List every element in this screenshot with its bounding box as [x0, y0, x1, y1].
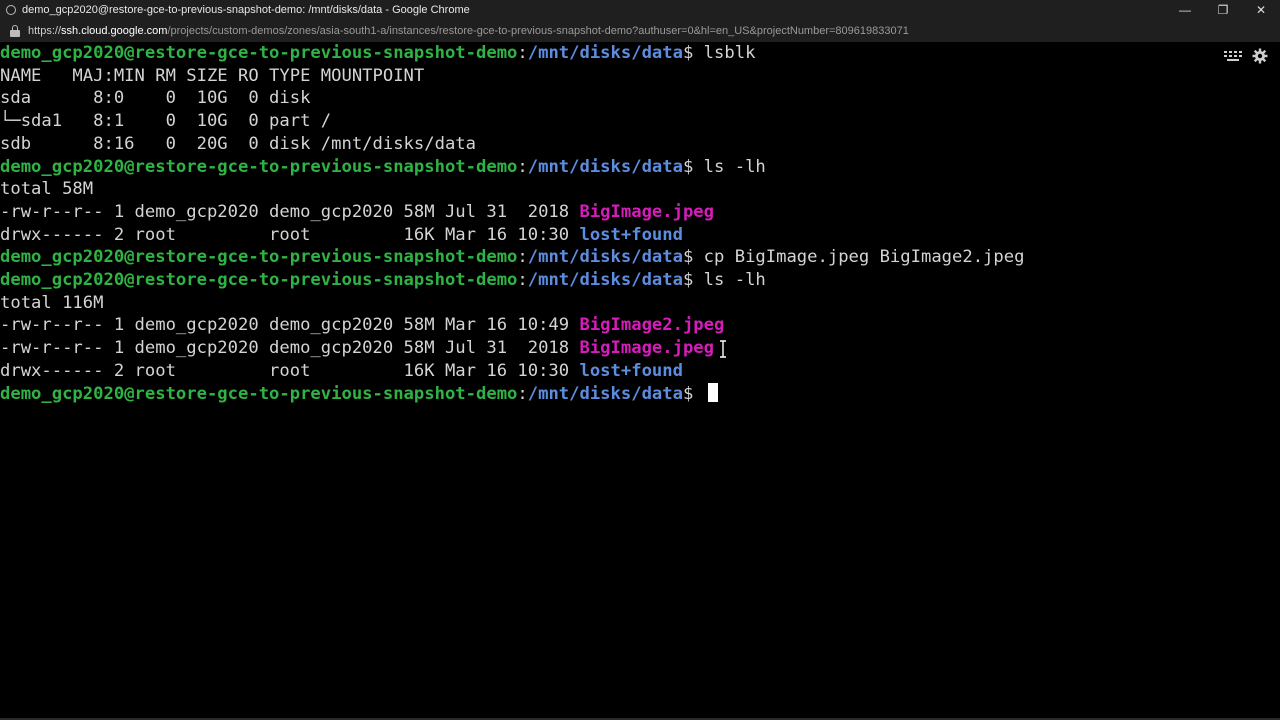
lsblk-row: sdb 8:16 0 20G 0 disk /mnt/disks/data [0, 133, 476, 154]
file-name: BigImage.jpeg [579, 201, 715, 222]
ibeam-cursor-icon [720, 340, 726, 358]
chrome-icon [6, 5, 16, 15]
file-name: BigImage2.jpeg [579, 315, 725, 336]
window-title: demo_gcp2020@restore-gce-to-previous-sna… [22, 4, 470, 16]
terminal-line: demo_gcp2020@restore-gce-to-previous-sna… [0, 156, 766, 177]
terminal-line: demo_gcp2020@restore-gce-to-previous-sna… [0, 270, 766, 290]
ls-total: total 116M [0, 292, 104, 313]
command-text: lsblk [703, 43, 756, 63]
file-name: BigImage.jpeg [579, 338, 715, 359]
restore-button[interactable]: ❐ [1204, 0, 1242, 20]
terminal[interactable]: demo_gcp2020@restore-gce-to-previous-sna… [0, 42, 1268, 718]
lsblk-row: sda 8:0 0 10G 0 disk [0, 88, 311, 109]
command-text: ls -lh [703, 156, 766, 177]
ls-total: total 58M [0, 179, 94, 200]
ls-row: -rw-r--r-- 1 demo_gcp2020 demo_gcp2020 5… [0, 338, 715, 359]
ls-row: drwx------ 2 root root 16K Mar 16 10:30 … [0, 360, 683, 381]
url-host: ssh.cloud.google.com [61, 25, 168, 37]
command-text: cp BigImage.jpeg BigImage2.jpeg [703, 247, 1025, 268]
terminal-line: demo_gcp2020@restore-gce-to-previous-sna… [0, 247, 1025, 268]
terminal-line: demo_gcp2020@restore-gce-to-previous-sna… [0, 43, 756, 63]
ls-row: -rw-r--r-- 1 demo_gcp2020 demo_gcp2020 5… [0, 201, 715, 222]
lsblk-header: NAME MAJ:MIN RM SIZE RO TYPE MOUNTPOINT [0, 65, 425, 86]
terminal-line[interactable]: demo_gcp2020@restore-gce-to-previous-sna… [0, 382, 718, 406]
command-text: ls -lh [703, 270, 766, 290]
lock-icon[interactable] [10, 25, 20, 37]
gear-icon[interactable] [1252, 48, 1268, 64]
ls-row: drwx------ 2 root root 16K Mar 16 10:30 … [0, 224, 683, 245]
url-path: /projects/custom-demos/zones/asia-south1… [167, 25, 909, 37]
dir-name: lost+found [579, 224, 683, 245]
minimize-button[interactable]: — [1166, 0, 1204, 20]
window-titlebar: demo_gcp2020@restore-gce-to-previous-sna… [0, 0, 1280, 20]
terminal-scrollbar[interactable] [1268, 42, 1280, 718]
url-scheme: https:// [28, 25, 62, 37]
lsblk-row: └─sda1 8:1 0 10G 0 part / [0, 111, 332, 132]
window-controls: — ❐ ✕ [1166, 0, 1280, 20]
text-cursor[interactable] [707, 382, 718, 402]
dir-name: lost+found [579, 360, 683, 381]
ls-row: -rw-r--r-- 1 demo_gcp2020 demo_gcp2020 5… [0, 315, 725, 336]
keyboard-icon[interactable] [1224, 51, 1242, 61]
close-button[interactable]: ✕ [1242, 0, 1280, 20]
url-text[interactable]: https://ssh.cloud.google.com/projects/cu… [28, 25, 909, 37]
address-bar[interactable]: https://ssh.cloud.google.com/projects/cu… [0, 20, 1280, 42]
terminal-toolbar [1224, 48, 1268, 64]
